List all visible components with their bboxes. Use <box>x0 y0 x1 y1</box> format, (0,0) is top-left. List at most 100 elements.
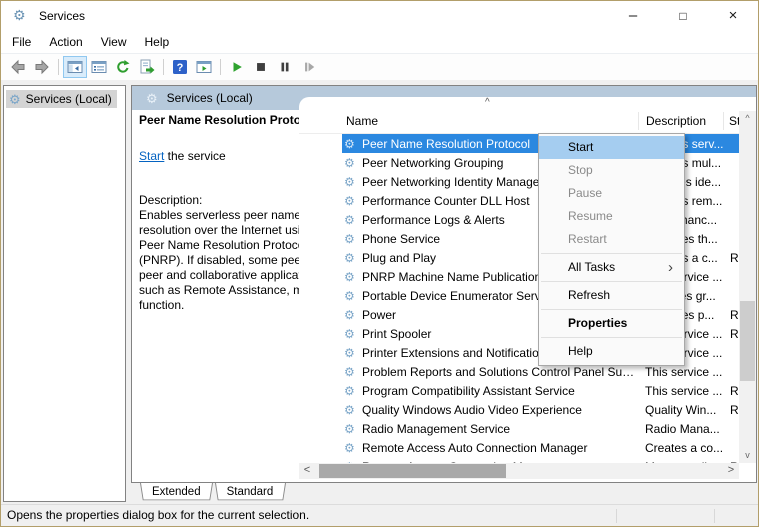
scroll-down-icon[interactable]: v <box>739 448 756 463</box>
menu-separator <box>541 253 682 254</box>
horizontal-scrollbar[interactable]: < > <box>299 463 739 479</box>
tab-standard[interactable]: Standard <box>220 484 281 502</box>
list-column-headers: Name Description Status <box>299 109 739 134</box>
column-header-name[interactable]: Name <box>346 114 378 128</box>
service-status: Running <box>730 327 739 341</box>
start-service-button[interactable] <box>225 56 249 78</box>
services-gear-icon: ⚙ <box>9 93 21 106</box>
refresh-icon <box>115 59 131 75</box>
tree-item-label: Services (Local) <box>26 92 112 106</box>
service-row[interactable]: ⚙Program Compatibility Assistant Service… <box>342 381 739 400</box>
back-button[interactable] <box>6 56 30 78</box>
service-desc: Quality Win... <box>645 403 723 417</box>
service-name: Radio Management Service <box>362 422 638 436</box>
toolbar: ? <box>1 53 758 81</box>
restart-service-button[interactable] <box>297 56 321 78</box>
service-status: Running <box>730 403 739 417</box>
start-service-link[interactable]: Start <box>139 149 164 163</box>
sort-ascending-icon: ^ <box>485 97 490 108</box>
action-pane-icon <box>196 59 212 75</box>
restart-icon <box>302 60 316 74</box>
statusbar-divider <box>616 509 617 523</box>
service-gear-icon: ⚙ <box>344 176 360 188</box>
forward-arrow-icon <box>34 59 50 75</box>
services-gear-icon: ⚙ <box>13 7 26 23</box>
tab-label: Extended <box>152 486 201 498</box>
pause-icon <box>278 60 292 74</box>
menu-separator <box>541 337 682 338</box>
close-button[interactable]: × <box>708 1 758 31</box>
help-icon: ? <box>172 59 188 75</box>
context-menu-item-resume[interactable]: Resume <box>539 205 684 228</box>
refresh-button[interactable] <box>111 56 135 78</box>
service-gear-icon: ⚙ <box>344 442 360 454</box>
context-menu-item-refresh[interactable]: Refresh <box>539 284 684 307</box>
context-menu-item-pause[interactable]: Pause <box>539 182 684 205</box>
service-gear-icon: ⚙ <box>344 271 360 283</box>
show-hide-action-pane-button[interactable] <box>192 56 216 78</box>
scroll-right-icon[interactable]: > <box>723 463 739 479</box>
menu-separator <box>541 309 682 310</box>
toolbar-separator <box>220 59 221 75</box>
show-hide-console-tree-button[interactable] <box>63 56 87 78</box>
tab-extended[interactable]: Extended <box>145 484 208 502</box>
submenu-arrow-icon: › <box>668 256 673 279</box>
services-window: ⚙ Services – □ × FileActionViewHelp <box>0 0 759 527</box>
vertical-scroll-thumb[interactable] <box>740 301 755 381</box>
service-name: Problem Reports and Solutions Control Pa… <box>362 365 638 379</box>
window-controls: – □ × <box>608 1 758 31</box>
column-divider[interactable] <box>723 112 724 130</box>
service-gear-icon: ⚙ <box>344 195 360 207</box>
context-menu-item-start[interactable]: Start <box>539 136 684 159</box>
window-title: Services <box>39 9 85 23</box>
service-desc: Radio Mana... <box>645 422 723 436</box>
column-header-description[interactable]: Description <box>646 114 706 128</box>
forward-button[interactable] <box>30 56 54 78</box>
service-row[interactable]: ⚙Remote Access Auto Connection ManagerCr… <box>342 438 739 457</box>
stop-service-button[interactable] <box>249 56 273 78</box>
menu-help[interactable]: Help <box>136 32 179 52</box>
tree-item-services-local[interactable]: ⚙ Services (Local) <box>6 90 117 108</box>
menu-action[interactable]: Action <box>40 32 91 52</box>
band-title: Services (Local) <box>167 91 253 105</box>
service-gear-icon: ⚙ <box>344 290 360 302</box>
action-suffix: the service <box>164 149 225 163</box>
svg-text:?: ? <box>177 62 184 74</box>
scroll-left-icon[interactable]: < <box>299 463 315 479</box>
service-gear-icon: ⚙ <box>344 347 360 359</box>
help-button[interactable]: ? <box>168 56 192 78</box>
scroll-up-icon[interactable]: ^ <box>739 111 756 126</box>
column-divider[interactable] <box>638 112 639 130</box>
pause-service-button[interactable] <box>273 56 297 78</box>
service-row[interactable]: ⚙Radio Management ServiceRadio Mana... <box>342 419 739 438</box>
context-menu-item-properties[interactable]: Properties <box>539 312 684 335</box>
context-menu-item-help[interactable]: Help <box>539 340 684 363</box>
stop-icon <box>254 60 268 74</box>
horizontal-scroll-thumb[interactable] <box>319 464 506 478</box>
export-list-button[interactable] <box>135 56 159 78</box>
play-icon <box>230 60 244 74</box>
service-status: Running <box>730 251 739 265</box>
console-tree-panel: ⚙ Services (Local) <box>3 85 126 502</box>
context-menu-item-restart[interactable]: Restart <box>539 228 684 251</box>
context-menu-item-all-tasks[interactable]: All Tasks› <box>539 256 684 279</box>
statusbar-divider <box>714 509 715 523</box>
statusbar: Opens the properties dialog box for the … <box>1 504 758 526</box>
menu-file[interactable]: File <box>3 32 40 52</box>
context-menu-item-stop[interactable]: Stop <box>539 159 684 182</box>
services-gear-icon: ⚙ <box>146 92 158 105</box>
service-gear-icon: ⚙ <box>344 214 360 226</box>
properties-button[interactable] <box>87 56 111 78</box>
service-row[interactable]: ⚙Quality Windows Audio Video ExperienceQ… <box>342 400 739 419</box>
toolbar-separator <box>58 59 59 75</box>
context-menu: StartStopPauseResumeRestart All Tasks› Ref… <box>538 133 685 366</box>
service-gear-icon: ⚙ <box>344 157 360 169</box>
menu-view[interactable]: View <box>92 32 136 52</box>
service-status: Running <box>730 384 739 398</box>
minimize-button[interactable]: – <box>608 1 658 31</box>
service-gear-icon: ⚙ <box>344 366 360 378</box>
maximize-button[interactable]: □ <box>658 1 708 31</box>
service-gear-icon: ⚙ <box>344 233 360 245</box>
vertical-scrollbar[interactable]: ^ v <box>739 111 756 463</box>
tab-label: Standard <box>227 486 274 498</box>
